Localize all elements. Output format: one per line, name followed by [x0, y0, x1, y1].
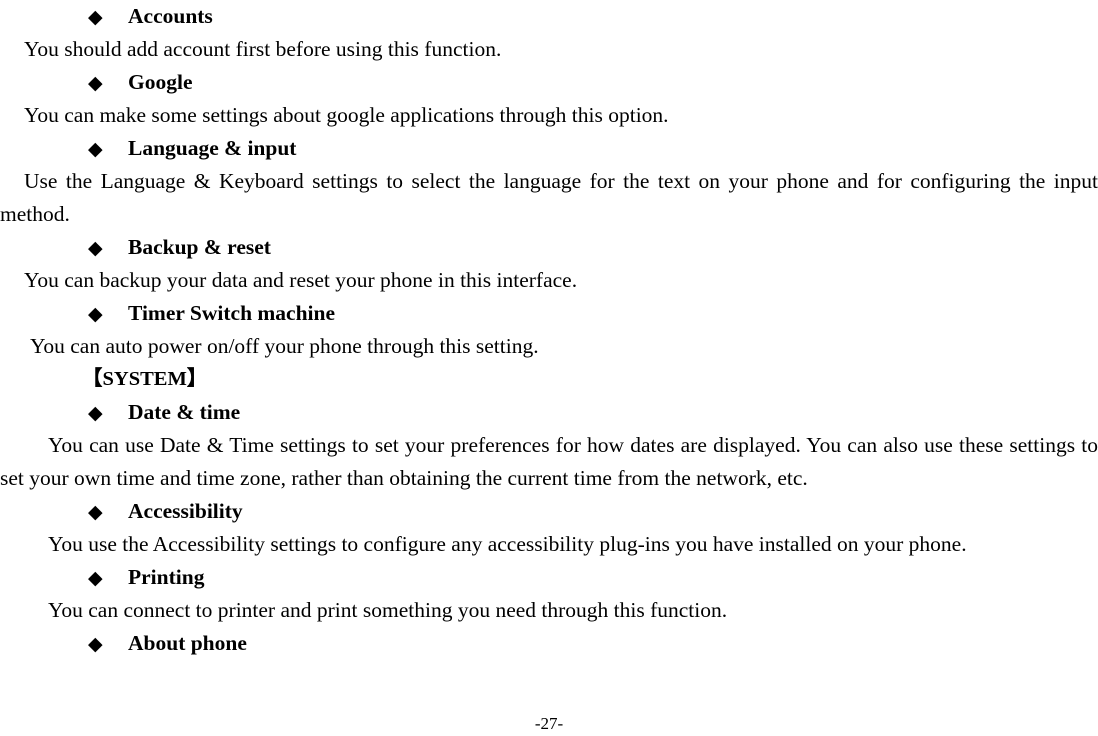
- paragraph-accounts: You should add account first before usin…: [24, 37, 502, 61]
- bullet-heading-accounts: ◆ Accounts: [0, 0, 1098, 33]
- diamond-bullet-icon: ◆: [88, 139, 103, 160]
- heading-label: Google: [128, 70, 193, 94]
- heading-label: Backup & reset: [128, 235, 271, 259]
- paragraph-date-time: You can use Date & Time settings to set …: [0, 433, 1098, 490]
- diamond-bullet-icon: ◆: [88, 403, 103, 424]
- paragraph-timer-switch-machine: You can auto power on/off your phone thr…: [30, 334, 539, 358]
- section-marker-system: 【SYSTEM】: [82, 368, 208, 390]
- bullet-heading-google: ◆ Google: [0, 66, 1098, 99]
- diamond-bullet-icon: ◆: [88, 634, 103, 655]
- diamond-bullet-icon: ◆: [88, 238, 103, 259]
- heading-label: Language & input: [128, 136, 297, 160]
- paragraph-printing: You can connect to printer and print som…: [48, 598, 728, 622]
- bullet-heading-timer-switch-machine: ◆ Timer Switch machine: [0, 297, 1098, 330]
- paragraph-language-input: Use the Language & Keyboard settings to …: [0, 169, 1098, 226]
- heading-label: Accessibility: [128, 499, 243, 523]
- paragraph-accessibility: You use the Accessibility settings to co…: [48, 532, 967, 556]
- diamond-bullet-icon: ◆: [88, 73, 103, 94]
- diamond-bullet-icon: ◆: [88, 304, 103, 325]
- paragraph-google: You can make some settings about google …: [24, 103, 669, 127]
- bullet-heading-printing: ◆ Printing: [0, 561, 1098, 594]
- heading-label: Timer Switch machine: [128, 301, 336, 325]
- bullet-heading-backup-reset: ◆ Backup & reset: [0, 231, 1098, 264]
- bullet-heading-about-phone: ◆ About phone: [0, 627, 1098, 660]
- document-page: ◆ Accounts You should add account first b…: [0, 0, 1098, 736]
- paragraph-backup-reset: You can backup your data and reset your …: [24, 268, 578, 292]
- bullet-heading-accessibility: ◆ Accessibility: [0, 495, 1098, 528]
- heading-label: About phone: [128, 631, 247, 655]
- diamond-bullet-icon: ◆: [88, 502, 103, 523]
- bullet-heading-date-time: ◆ Date & time: [0, 396, 1098, 429]
- heading-label: Printing: [128, 565, 205, 589]
- page-content: ◆ Accounts You should add account first b…: [0, 0, 1098, 660]
- diamond-bullet-icon: ◆: [88, 7, 103, 28]
- bullet-heading-language-input: ◆ Language & input: [0, 132, 1098, 165]
- page-number: -27-: [534, 714, 564, 733]
- heading-label: Date & time: [128, 400, 241, 424]
- heading-label: Accounts: [128, 4, 213, 28]
- diamond-bullet-icon: ◆: [88, 568, 103, 589]
